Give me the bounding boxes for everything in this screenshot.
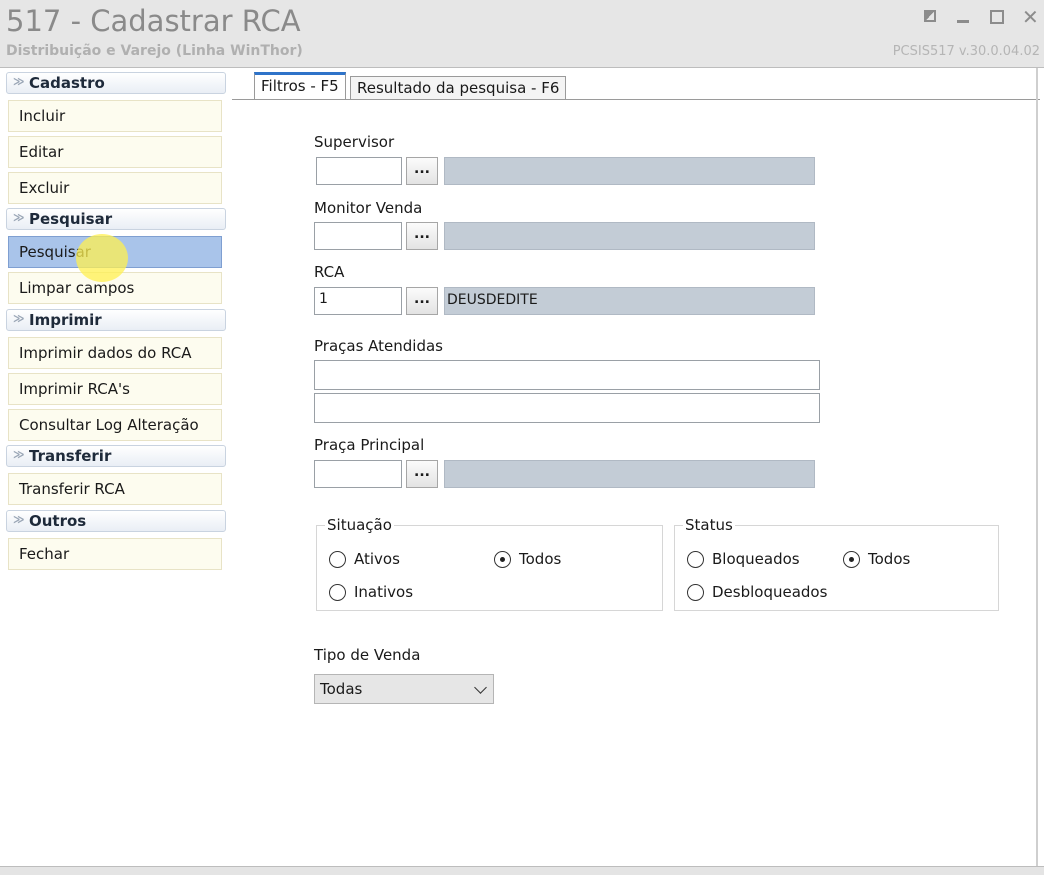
pracas-atendidas-field-2[interactable]: [314, 393, 820, 423]
sidebar-item-consultar-log[interactable]: Consultar Log Alteração: [8, 409, 222, 441]
rca-label: RCA: [314, 263, 345, 281]
pracas-atendidas-field-1[interactable]: [314, 360, 820, 390]
monitor-venda-lookup-button[interactable]: ...: [406, 222, 438, 250]
title-bar: 517 - Cadastrar RCA Distribuição e Varej…: [0, 0, 1044, 68]
group-imprimir[interactable]: ≫ Imprimir: [6, 309, 226, 331]
status-legend: Status: [683, 516, 735, 534]
sidebar-item-label: Incluir: [19, 107, 66, 125]
version-label: PCSIS517 v.30.0.04.02: [892, 44, 1040, 59]
group-label: Transferir: [29, 447, 112, 465]
pracas-atendidas-label: Praças Atendidas: [314, 337, 443, 355]
praca-principal-code-input[interactable]: [314, 460, 402, 488]
rca-code-input[interactable]: 1: [314, 287, 402, 315]
chevron-down-icon: [474, 681, 487, 694]
radio-unchecked-icon: [687, 551, 704, 568]
monitor-venda-description: [444, 222, 815, 250]
sidebar-item-label: Editar: [19, 143, 64, 161]
supervisor-description: [444, 157, 815, 185]
monitor-venda-code-input[interactable]: [314, 222, 402, 250]
sidebar-item-fechar[interactable]: Fechar: [8, 538, 222, 570]
supervisor-code-input[interactable]: [316, 157, 402, 185]
chevron-double-down-icon: ≫: [13, 448, 25, 461]
tab-resultado[interactable]: Resultado da pesquisa - F6: [350, 76, 567, 100]
sidebar-item-imprimir-dados[interactable]: Imprimir dados do RCA: [8, 337, 222, 369]
tipo-venda-value: Todas: [320, 680, 363, 698]
sidebar-item-label: Consultar Log Alteração: [19, 416, 199, 434]
tab-bar: Filtros - F5 Resultado da pesquisa - F6: [232, 72, 1044, 100]
praca-principal-lookup-button[interactable]: ...: [406, 460, 438, 488]
radio-label: Todos: [868, 550, 911, 568]
tipo-venda-select[interactable]: Todas: [314, 674, 494, 704]
group-cadastro[interactable]: ≫ Cadastro: [6, 72, 226, 94]
sidebar-item-label: Imprimir dados do RCA: [19, 344, 192, 362]
radio-unchecked-icon: [329, 551, 346, 568]
sidebar-item-transferir-rca[interactable]: Transferir RCA: [8, 473, 222, 505]
supervisor-lookup-button[interactable]: ...: [406, 157, 438, 185]
tab-divider: [232, 99, 1040, 100]
radio-checked-icon: [494, 551, 511, 568]
supervisor-label: Supervisor: [314, 133, 395, 151]
group-label: Outros: [29, 512, 87, 530]
cursor-highlight: [76, 234, 128, 282]
window-title: 517 - Cadastrar RCA: [6, 4, 301, 38]
radio-label: Inativos: [354, 583, 414, 601]
group-label: Cadastro: [29, 74, 105, 92]
praca-principal-label: Praça Principal: [314, 436, 425, 454]
group-transferir[interactable]: ≫ Transferir: [6, 445, 226, 467]
restore-layout-icon[interactable]: [922, 8, 940, 26]
radio-label: Todos: [519, 550, 562, 568]
close-button[interactable]: ✕: [1022, 5, 1040, 29]
status-group: Status Bloqueados Todos Desbloqueados: [674, 516, 999, 611]
sidebar-item-excluir[interactable]: Excluir: [8, 172, 222, 204]
radio-label: Ativos: [354, 550, 400, 568]
monitor-venda-label: Monitor Venda: [314, 199, 423, 217]
radio-checked-icon: [843, 551, 860, 568]
sidebar-item-imprimir-rcas[interactable]: Imprimir RCA's: [8, 373, 222, 405]
sidebar-item-label: Limpar campos: [19, 279, 135, 297]
radio-label: Bloqueados: [712, 550, 800, 568]
sidebar-item-label: Excluir: [19, 179, 70, 197]
radio-label: Desbloqueados: [712, 583, 828, 601]
situacao-group: Situação Ativos Todos Inativos: [316, 516, 663, 611]
close-icon: ✕: [1022, 5, 1039, 29]
group-outros[interactable]: ≫ Outros: [6, 510, 226, 532]
sidebar-item-label: Transferir RCA: [19, 480, 125, 498]
sidebar-item-label: Fechar: [19, 545, 70, 563]
tab-filtros[interactable]: Filtros - F5: [254, 72, 346, 100]
radio-unchecked-icon: [329, 584, 346, 601]
chevron-double-down-icon: ≫: [13, 75, 25, 88]
window-border: [1036, 68, 1038, 874]
rca-description: DEUSDEDITE: [444, 287, 815, 315]
sidebar-item-incluir[interactable]: Incluir: [8, 100, 222, 132]
sidebar-item-label: Imprimir RCA's: [19, 380, 130, 398]
sidebar-item-editar[interactable]: Editar: [8, 136, 222, 168]
minimize-button[interactable]: [954, 8, 972, 26]
group-label: Imprimir: [29, 311, 102, 329]
window-subtitle: Distribuição e Varejo (Linha WinThor): [6, 43, 303, 59]
praca-principal-description: [444, 460, 815, 488]
chevron-double-down-icon: ≫: [13, 312, 25, 325]
chevron-double-down-icon: ≫: [13, 211, 25, 224]
rca-lookup-button[interactable]: ...: [406, 287, 438, 315]
radio-unchecked-icon: [687, 584, 704, 601]
tipo-venda-label: Tipo de Venda: [314, 646, 421, 664]
situacao-legend: Situação: [325, 516, 394, 534]
group-label: Pesquisar: [29, 210, 113, 228]
maximize-button[interactable]: [988, 8, 1006, 26]
group-pesquisar[interactable]: ≫ Pesquisar: [6, 208, 226, 230]
chevron-double-down-icon: ≫: [13, 513, 25, 526]
